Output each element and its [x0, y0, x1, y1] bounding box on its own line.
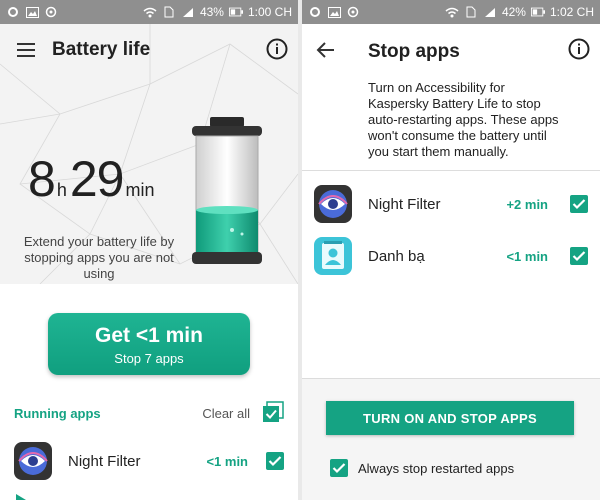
menu-button[interactable]	[0, 24, 52, 76]
battery-icon	[228, 6, 243, 18]
app-checkbox[interactable]	[570, 195, 588, 213]
app-time-gain: <1 min	[506, 248, 548, 264]
battery-percent: 42%	[501, 5, 526, 19]
turn-on-and-stop-apps-button[interactable]: TURN ON AND STOP APPS	[326, 401, 574, 435]
app-bar: Battery life	[0, 24, 298, 76]
divider	[302, 170, 600, 171]
select-all-checkbox[interactable]	[262, 400, 284, 426]
page-title: Battery life	[52, 39, 151, 60]
stop-apps-screen: 42% 1:02 CH Stop apps Turn on Accessibil…	[302, 0, 600, 500]
running-apps-label: Running apps	[14, 405, 101, 421]
info-button[interactable]	[568, 38, 590, 60]
clear-all-button[interactable]: Clear all	[202, 406, 250, 421]
list-item[interactable]: Night Filter +2 min	[302, 178, 600, 230]
clock: 1:02 CH	[549, 5, 594, 19]
list-item[interactable]: Danh bạ <1 min	[302, 230, 600, 282]
battery-hint: Extend your battery life by stopping app…	[23, 234, 175, 281]
sync-icon	[44, 6, 58, 18]
list-item[interactable]: Night Filter <1 min	[0, 434, 298, 488]
eye-icon	[314, 185, 352, 223]
info-icon	[266, 38, 288, 60]
wifi-icon	[445, 6, 459, 18]
always-stop-option[interactable]: Always stop restarted apps	[330, 459, 514, 477]
status-bar: 42% 1:02 CH	[302, 0, 600, 24]
always-stop-checkbox[interactable]	[330, 459, 348, 477]
image-icon	[327, 6, 341, 18]
cta-secondary-label: Stop 7 apps	[114, 351, 184, 366]
clock: 1:00 CH	[247, 5, 292, 19]
accessibility-description: Turn on Accessibility for Kaspersky Batt…	[368, 80, 559, 159]
contacts-icon	[314, 237, 352, 275]
battery-icon	[530, 6, 545, 18]
image-icon	[25, 6, 39, 18]
battery-summary: Battery life 8 h 29 min Extend your batt…	[0, 24, 298, 284]
page-title: Stop apps	[368, 41, 460, 62]
battery-percent: 43%	[199, 5, 224, 19]
battery-illustration-icon	[192, 117, 262, 264]
multi-checkbox-icon	[263, 400, 284, 422]
more-apps-indicator-icon	[16, 494, 26, 500]
back-button[interactable]	[314, 38, 338, 62]
app-name: Night Filter	[368, 195, 441, 213]
signal-icon	[483, 6, 497, 18]
hours-unit: h	[56, 180, 67, 200]
check-icon	[572, 251, 586, 262]
hours-value: 8	[28, 151, 56, 207]
arrow-left-icon	[316, 42, 334, 58]
remaining-time: 8 h 29 min	[28, 154, 157, 204]
action-panel: TURN ON AND STOP APPS Always stop restar…	[302, 378, 600, 500]
gear-icon	[6, 6, 20, 18]
check-icon	[332, 463, 346, 474]
check-icon	[268, 456, 282, 467]
minutes-value: 29	[69, 151, 125, 207]
sim-icon	[464, 6, 478, 18]
stop-apps-header: Stop apps Turn on Accessibility for Kasp…	[302, 24, 600, 170]
minutes-unit: min	[125, 180, 155, 200]
info-button[interactable]	[266, 38, 288, 60]
battery-life-screen: 43% 1:00 CH Battery life 8 h 29 min Exte…	[0, 0, 298, 500]
always-stop-label: Always stop restarted apps	[358, 460, 515, 476]
wifi-icon	[143, 6, 157, 18]
app-checkbox[interactable]	[266, 452, 284, 470]
app-time-gain: <1 min	[206, 453, 248, 469]
running-apps-header: Running apps Clear all	[0, 398, 298, 428]
app-time-gain: +2 min	[506, 196, 548, 212]
cta-primary-label: Get <1 min	[95, 324, 203, 347]
status-bar: 43% 1:00 CH	[0, 0, 298, 24]
info-icon	[568, 38, 590, 60]
signal-icon	[181, 6, 195, 18]
check-icon	[572, 199, 586, 210]
app-checkbox[interactable]	[570, 247, 588, 265]
app-name: Night Filter	[68, 452, 141, 470]
app-name: Danh bạ	[368, 247, 425, 265]
hamburger-icon	[17, 43, 35, 57]
eye-icon	[14, 442, 52, 480]
get-time-button[interactable]: Get <1 min Stop 7 apps	[48, 313, 250, 375]
gear-icon	[308, 6, 322, 18]
sync-icon	[346, 6, 360, 18]
sim-icon	[162, 6, 176, 18]
